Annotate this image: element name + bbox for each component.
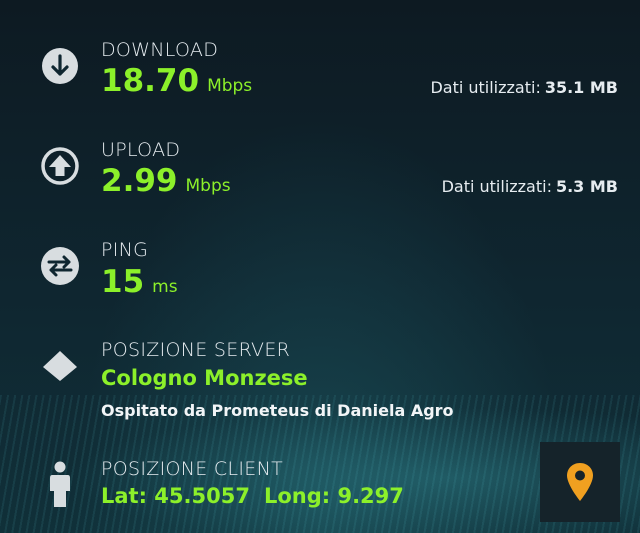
upload-unit: Mbps xyxy=(185,176,231,196)
download-label: DOWNLOAD xyxy=(101,39,219,61)
ping-icon xyxy=(40,246,80,286)
ping-label: PING xyxy=(101,239,149,261)
download-value: 18.70 Mbps xyxy=(101,63,252,99)
download-icon xyxy=(40,46,80,86)
upload-label: UPLOAD xyxy=(101,139,181,161)
server-hosted-by: Ospitato da Prometeus di Daniela Agro xyxy=(101,401,454,420)
client-coordinates: Lat: 45.5057 Long: 9.297 xyxy=(101,484,404,508)
client-lat: Lat: 45.5057 xyxy=(101,484,250,508)
server-name: Cologno Monzese xyxy=(101,366,308,390)
download-data-value: 35.1 MB xyxy=(544,78,618,97)
person-icon xyxy=(40,461,80,507)
server-label: POSIZIONE SERVER xyxy=(101,339,291,361)
server-icon xyxy=(40,346,80,386)
upload-data-label: Dati utilizzati: xyxy=(441,177,552,196)
ping-time: 15 xyxy=(101,264,145,300)
upload-value: 2.99 Mbps xyxy=(101,163,231,199)
map-pin-icon xyxy=(567,463,593,501)
client-label: POSIZIONE CLIENT xyxy=(101,458,283,480)
ping-unit: ms xyxy=(152,277,178,297)
ping-value: 15 ms xyxy=(101,264,178,300)
client-long: Long: 9.297 xyxy=(263,484,404,508)
map-button[interactable] xyxy=(540,442,620,522)
upload-icon xyxy=(40,146,80,186)
download-unit: Mbps xyxy=(207,76,253,96)
upload-speed: 2.99 xyxy=(101,163,178,199)
download-data-used: Dati utilizzati: 35.1 MB xyxy=(430,78,618,97)
upload-data-used: Dati utilizzati: 5.3 MB xyxy=(442,177,618,196)
download-speed: 18.70 xyxy=(101,63,200,99)
upload-data-value: 5.3 MB xyxy=(555,177,618,196)
download-data-label: Dati utilizzati: xyxy=(430,78,541,97)
